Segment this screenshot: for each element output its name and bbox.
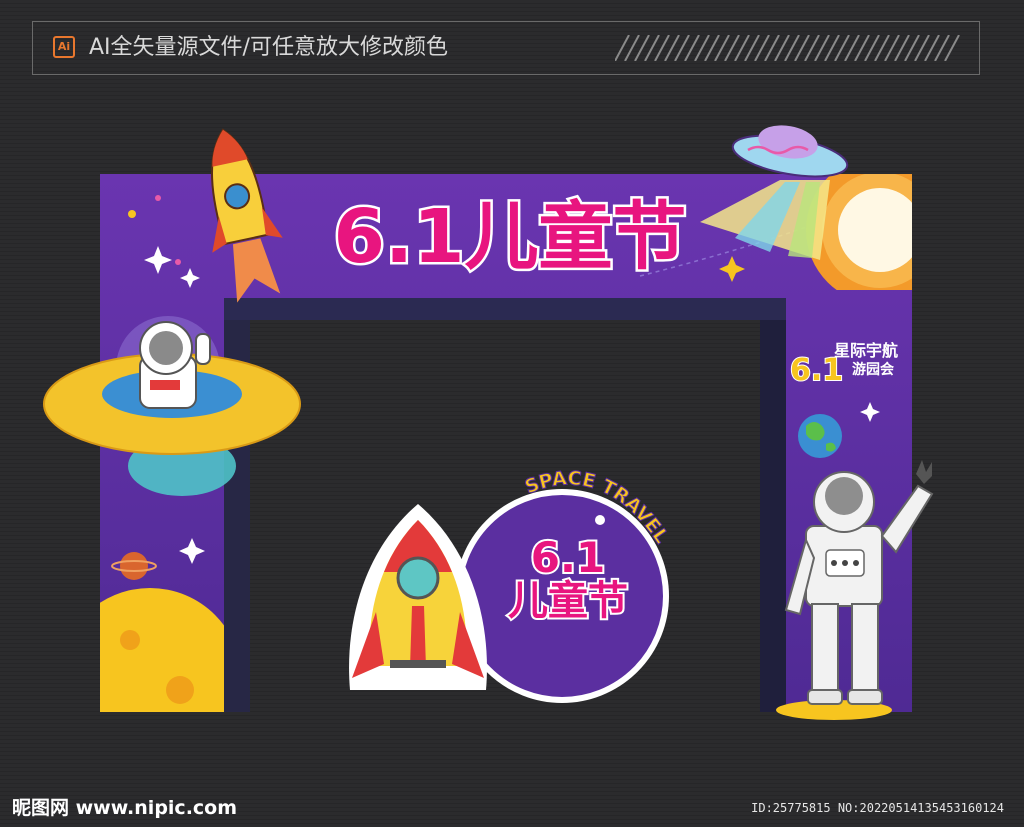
sign-title: 儿童节	[508, 578, 628, 624]
sign-number: 6.1	[531, 533, 605, 582]
earth-icon	[798, 414, 842, 458]
side-badge-line2: 游园会	[852, 361, 895, 378]
planet-icon-yellow	[100, 588, 224, 712]
arch-illustration: 6.1儿童节 6.1 星际宇航 游园会 6.1 儿童节 SPACE TRAVEL	[43, 125, 934, 720]
image-id: ID:25775815 NO:20220514135453160124	[751, 801, 1004, 815]
site-watermark: 昵图网 www.nipic.com	[12, 797, 238, 819]
side-badge-line1: 星际宇航	[834, 341, 898, 360]
arch-main-title: 6.1儿童节	[333, 194, 686, 280]
sun-icon	[806, 174, 912, 290]
ufo-astronaut-icon	[43, 316, 301, 496]
arch-inner-top	[224, 298, 786, 320]
rocket-icon-center	[349, 504, 487, 690]
arch-right-side	[760, 298, 786, 712]
center-sign: 6.1 儿童节 SPACE TRAVEL	[455, 467, 673, 703]
